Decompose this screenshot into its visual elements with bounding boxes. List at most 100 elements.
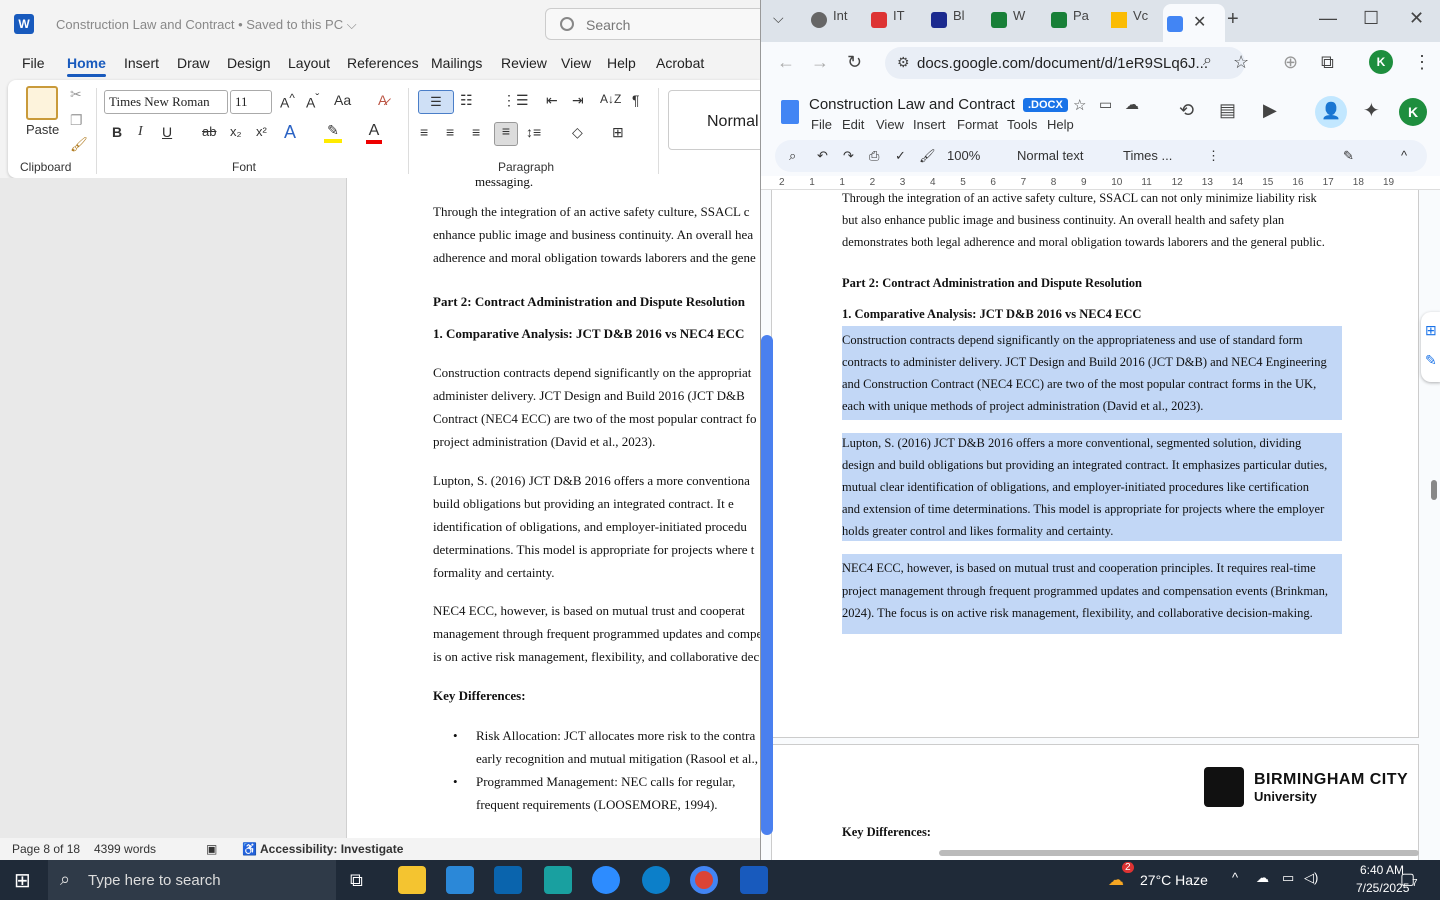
zoom-icon[interactable]: ⌕ <box>1203 52 1212 70</box>
cut-icon[interactable]: ✂ <box>70 86 82 103</box>
gdocs-page[interactable]: BIRMINGHAM CITY University Key Differenc… <box>771 744 1419 860</box>
browser-tab[interactable]: Bl <box>927 8 965 34</box>
align-right-icon[interactable]: ≡ <box>472 124 480 140</box>
search-box[interactable]: Search <box>545 8 775 40</box>
side-panel-handle[interactable] <box>761 335 773 835</box>
align-left-icon[interactable]: ≡ <box>420 124 428 140</box>
maximize-icon[interactable]: ☐ <box>1363 8 1379 29</box>
minimize-icon[interactable]: — <box>1319 8 1337 29</box>
tab-file[interactable]: File <box>22 55 45 71</box>
shading-icon[interactable]: ◇ <box>572 124 583 141</box>
shrink-font-icon[interactable]: Aˇ <box>306 92 319 111</box>
start-icon[interactable]: ⊞ <box>14 868 31 893</box>
profile-avatar[interactable]: K <box>1369 50 1393 74</box>
translate-icon[interactable]: ⊕ <box>1283 52 1298 73</box>
bold-icon[interactable]: B <box>112 124 122 140</box>
back-icon[interactable]: ← <box>777 52 795 73</box>
close-tab-icon[interactable]: ✕ <box>1193 12 1206 32</box>
word-taskbar-icon[interactable] <box>740 866 768 894</box>
multilevel-list-icon[interactable]: ⋮☰ <box>502 92 529 109</box>
tab-view[interactable]: View <box>561 55 591 71</box>
taskbar-search[interactable]: ⌕ Type here to search <box>48 860 336 900</box>
suggest-edit-icon[interactable]: ✎ <box>1425 352 1437 369</box>
paste-button[interactable]: Paste <box>26 122 59 137</box>
weather-text[interactable]: 27°C Haze <box>1140 872 1208 888</box>
mail-icon[interactable] <box>494 866 522 894</box>
font-color-icon[interactable]: A <box>366 122 382 144</box>
tab-acrobat[interactable]: Acrobat <box>656 55 704 71</box>
tab-draw[interactable]: Draw <box>177 55 210 71</box>
network-icon[interactable]: ▭ <box>1282 870 1294 886</box>
copy-icon[interactable]: ❐ <box>70 112 83 129</box>
horizontal-scrollbar[interactable] <box>939 850 1419 856</box>
menu-file[interactable]: File <box>811 117 832 132</box>
clear-format-icon[interactable]: A̷ <box>378 92 387 108</box>
browser-tab[interactable]: W <box>987 8 1025 34</box>
document-title[interactable]: Construction Law and Contract • Saved to… <box>56 17 357 33</box>
redo-icon[interactable]: ↷ <box>843 148 854 164</box>
chrome-icon[interactable] <box>690 866 718 894</box>
highlight-icon[interactable]: ✎ <box>324 122 342 143</box>
reload-icon[interactable]: ↻ <box>847 52 862 73</box>
decrease-indent-icon[interactable]: ⇤ <box>546 92 558 109</box>
menu-format[interactable]: Format <box>957 117 998 132</box>
show-marks-icon[interactable]: ¶ <box>632 92 640 108</box>
line-spacing-icon[interactable]: ↕≡ <box>526 124 541 140</box>
text-effects-icon[interactable]: A <box>284 122 296 143</box>
menu-view[interactable]: View <box>876 117 904 132</box>
borders-icon[interactable]: ⊞ <box>612 124 624 141</box>
browser-tab[interactable]: Vc <box>1107 8 1148 34</box>
increase-indent-icon[interactable]: ⇥ <box>572 92 584 109</box>
menu-tools[interactable]: Tools <box>1007 117 1037 132</box>
menu-edit[interactable]: Edit <box>842 117 864 132</box>
task-view-icon[interactable]: ⧉ <box>350 870 363 891</box>
tab-home[interactable]: Home <box>67 55 106 77</box>
font-select[interactable]: Times ... <box>1123 148 1172 163</box>
paint-format-icon[interactable]: 🖌 <box>919 148 936 164</box>
history-icon[interactable]: ⟲ <box>1179 100 1194 121</box>
tray-chevron-icon[interactable]: ^ <box>1232 870 1238 885</box>
address-bar[interactable]: docs.google.com/document/d/1eR9SLq6J... <box>885 47 1245 79</box>
tab-mailings[interactable]: Mailings <box>431 55 482 71</box>
volume-icon[interactable]: ◁) <box>1304 870 1318 886</box>
superscript-icon[interactable]: x² <box>256 124 267 139</box>
tab-layout[interactable]: Layout <box>288 55 330 71</box>
docs-logo-icon[interactable] <box>781 100 799 124</box>
add-comment-icon[interactable]: ⊞ <box>1425 322 1437 339</box>
page-indicator[interactable]: Page 8 of 18 <box>12 842 80 856</box>
menu-insert[interactable]: Insert <box>913 117 946 132</box>
align-center-icon[interactable]: ≡ <box>446 124 454 140</box>
grow-font-icon[interactable]: A^ <box>280 92 295 111</box>
onedrive-icon[interactable]: ☁ <box>1256 870 1269 886</box>
tab-insert[interactable]: Insert <box>124 55 159 71</box>
browser-tab[interactable]: Pa <box>1047 8 1089 34</box>
extensions-icon[interactable]: ⧉ <box>1321 52 1334 73</box>
print-icon[interactable]: ⎙ <box>869 148 879 164</box>
tab-references[interactable]: References <box>347 55 419 71</box>
edge-icon[interactable] <box>642 866 670 894</box>
style-normal[interactable]: Normal <box>668 90 768 150</box>
gdocs-page[interactable]: Through the integration of an active saf… <box>771 190 1419 738</box>
browser-tab[interactable]: IT <box>867 8 905 34</box>
font-size-box[interactable]: 11 <box>230 90 272 114</box>
accessibility-status[interactable]: Accessibility: Investigate <box>260 842 403 856</box>
underline-icon[interactable]: U <box>162 124 172 140</box>
search-menus-icon[interactable]: ⌕ <box>789 148 796 164</box>
meet-icon[interactable]: ▶ <box>1263 100 1277 121</box>
zoom-app-icon[interactable] <box>592 866 620 894</box>
tab-review[interactable]: Review <box>501 55 547 71</box>
font-name-box[interactable]: Times New Roman <box>104 90 228 114</box>
italic-icon[interactable]: I <box>138 124 143 140</box>
new-tab-icon[interactable]: + <box>1227 8 1239 31</box>
sort-icon[interactable]: A↓Z <box>600 92 621 106</box>
cloud-status-icon[interactable]: ☁ <box>1125 96 1139 113</box>
window-close-icon[interactable]: ✕ <box>1409 8 1424 29</box>
numbering-icon[interactable]: ☷ <box>460 92 473 109</box>
clock-time[interactable]: 6:40 AM <box>1360 863 1404 877</box>
menu-icon[interactable]: ⋮ <box>1413 52 1431 73</box>
comments-icon[interactable]: ▤ <box>1219 100 1236 121</box>
strikethrough-icon[interactable]: ab <box>202 124 216 139</box>
scrollbar-thumb[interactable] <box>1431 480 1437 500</box>
editing-mode-icon[interactable]: ✎ <box>1343 148 1354 164</box>
style-select[interactable]: Normal text <box>1017 148 1083 163</box>
